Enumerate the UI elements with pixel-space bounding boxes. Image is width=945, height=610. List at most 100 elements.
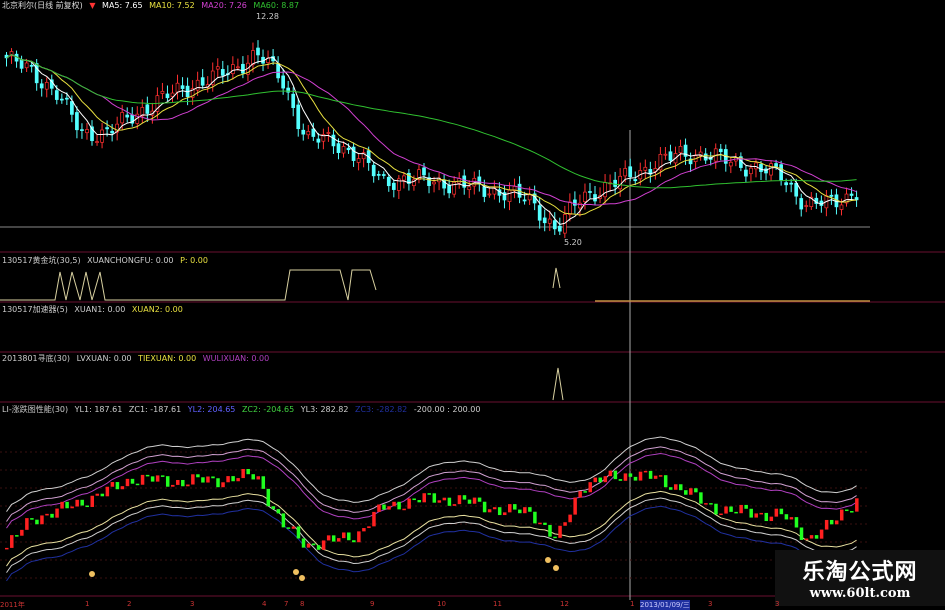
candle: [180, 85, 185, 89]
indicator-bar: [643, 470, 648, 473]
candle: [663, 153, 668, 156]
ma20-line: [6, 54, 857, 206]
indicator-bar: [749, 508, 753, 518]
x-axis-tick: 1: [630, 600, 635, 608]
indicator-bar: [729, 506, 733, 512]
indicator-bar: [789, 517, 794, 520]
candle: [552, 220, 557, 230]
panel3-value2: XUAN2: 0.00: [131, 305, 183, 314]
indicator-band-line: [6, 436, 857, 512]
golden-pit-signal-line: [552, 267, 561, 289]
candle: [759, 164, 763, 172]
indicator-bar: [382, 504, 386, 510]
indicator-bar: [85, 505, 89, 508]
buy-signal-dot: [553, 565, 559, 571]
candle: [241, 63, 245, 74]
candle: [668, 151, 673, 161]
indicator-bar: [186, 484, 190, 487]
indicator-bar: [110, 482, 115, 487]
indicator-band-line: [6, 446, 857, 522]
indicator-bar: [291, 526, 296, 529]
indicator-bar: [181, 479, 185, 487]
candle: [593, 194, 597, 202]
candle: [568, 201, 572, 215]
indicator-bar: [130, 478, 135, 484]
indicator-bar: [588, 482, 592, 493]
panel5-value6: ZC3: -282.82: [354, 405, 408, 414]
candle: [678, 146, 683, 153]
indicator-bar: [216, 478, 220, 488]
indicator-bar: [623, 473, 628, 481]
candle: [29, 64, 34, 67]
indicator-bar: [613, 470, 618, 480]
indicator-bar: [362, 528, 366, 532]
indicator-bar: [60, 501, 64, 509]
indicator-bar: [412, 498, 416, 501]
indicator-bar: [261, 476, 266, 489]
candle: [447, 185, 451, 194]
candle: [200, 77, 205, 86]
indicator-bar: [653, 475, 658, 479]
indicator-bar: [482, 501, 487, 513]
candle: [351, 146, 356, 161]
indicator-bar: [236, 478, 240, 482]
candle: [220, 69, 225, 76]
ma10-label: MA10: 7.52: [149, 1, 195, 10]
indicator-bar: [150, 476, 155, 482]
indicator-bar: [603, 476, 608, 483]
golden-pit-signal-line: [0, 269, 377, 301]
panel4-value1: LVXUAN: 0.00: [76, 354, 132, 363]
indicator-bar: [467, 499, 472, 504]
indicator-bar: [578, 491, 582, 498]
indicator-bar: [538, 522, 542, 525]
indicator-bar: [80, 499, 84, 506]
low-price-label: 5.20: [564, 238, 582, 247]
candle: [623, 168, 628, 177]
down-arrow-icon: ▼: [89, 1, 96, 10]
candle: [573, 199, 577, 206]
indicator-bar: [90, 495, 95, 507]
candle: [542, 217, 547, 224]
indicator-bar: [784, 514, 789, 520]
indicator-bar: [296, 526, 301, 539]
candle: [296, 104, 301, 130]
indicator-bar: [719, 513, 723, 516]
candle: [75, 112, 79, 131]
indicator-bar: [256, 476, 260, 480]
indicator-bar: [135, 483, 140, 486]
x-axis-tick: 3: [775, 600, 780, 608]
candle: [85, 129, 89, 134]
indicator-bar: [191, 474, 195, 485]
x-axis-tick: 8: [300, 600, 305, 608]
candle: [402, 175, 406, 181]
indicator-bar: [799, 527, 804, 540]
indicator-bar: [658, 475, 663, 477]
candle: [422, 167, 426, 176]
indicator-band-line: [6, 490, 857, 567]
indicator-bar: [25, 518, 29, 530]
panel5-value3: YL2: 204.65: [187, 405, 236, 414]
candle: [769, 163, 773, 176]
indicator-bar: [357, 531, 361, 543]
indicator-bar: [40, 515, 44, 525]
candle: [718, 148, 723, 153]
candle: [100, 129, 104, 143]
indicator-bar: [563, 522, 567, 526]
indicator-bar: [115, 482, 120, 490]
indicator-bar: [251, 474, 255, 480]
indicator-bar: [704, 503, 708, 505]
x-axis-tick: 10: [437, 600, 446, 608]
candle: [643, 166, 648, 171]
candle: [236, 66, 240, 69]
candle: [794, 182, 799, 197]
bottom-finder-signal-line: [552, 367, 564, 401]
indicator-bar: [502, 512, 507, 516]
indicator-bar: [663, 475, 668, 488]
indicator-bar: [442, 497, 447, 501]
indicator-bar: [5, 547, 9, 550]
indicator-bar: [226, 476, 230, 483]
indicator-bar: [286, 527, 291, 529]
indicator-bar: [326, 535, 331, 541]
main-legend: 北京利尔(日线 前复权) ▼ MA5: 7.65 MA10: 7.52 MA20…: [2, 1, 303, 11]
indicator-bar: [417, 500, 421, 503]
